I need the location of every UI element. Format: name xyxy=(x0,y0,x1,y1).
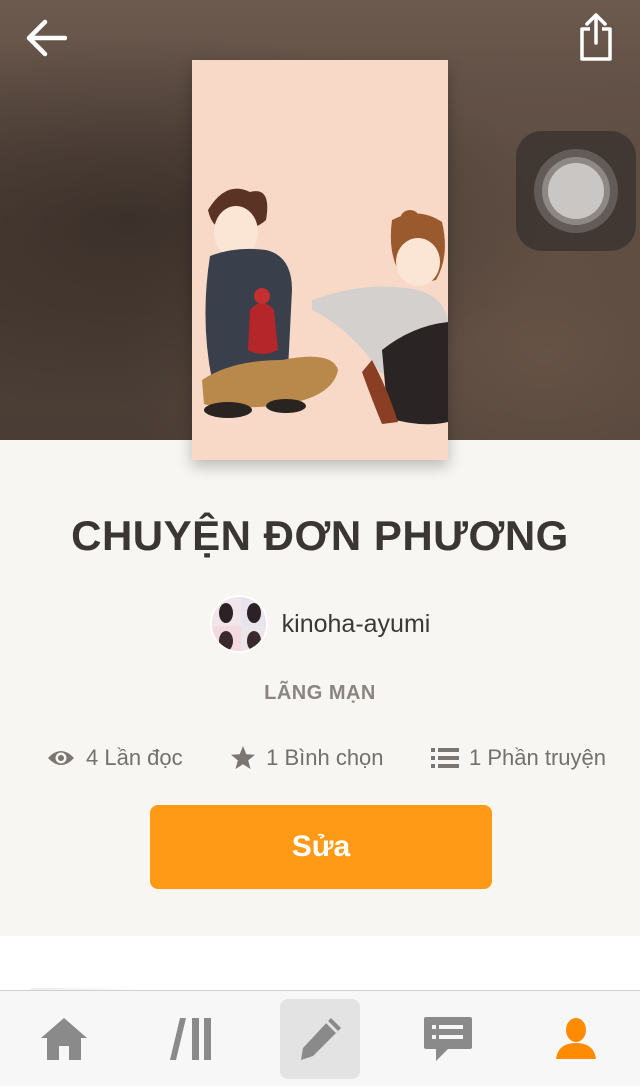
share-icon xyxy=(580,13,612,61)
tab-write[interactable] xyxy=(280,998,360,1079)
story-cover[interactable] xyxy=(192,60,448,460)
description-area xyxy=(0,936,640,994)
share-button[interactable] xyxy=(574,10,618,64)
tab-profile[interactable] xyxy=(536,999,616,1079)
list-icon xyxy=(431,748,460,768)
library-icon xyxy=(170,1017,211,1060)
story-title: CHUYỆN ĐƠN PHƯƠNG xyxy=(71,512,569,559)
eye-icon xyxy=(48,751,74,765)
user-icon xyxy=(556,1017,596,1059)
star-icon xyxy=(231,746,256,769)
back-button[interactable] xyxy=(22,14,70,62)
tab-home[interactable] xyxy=(24,999,104,1079)
parts-count: 1 Phần truyện xyxy=(469,745,606,770)
bottom-tab-bar xyxy=(0,990,640,1086)
author-name[interactable]: kinoha-ayumi xyxy=(282,610,431,639)
genre-tag[interactable]: LÃNG MẠN xyxy=(0,682,640,705)
arrow-left-icon xyxy=(26,19,67,57)
cover-illustration xyxy=(192,60,448,460)
tab-messages[interactable] xyxy=(408,999,488,1079)
stat-reads: 4 Lần đọc xyxy=(46,745,183,771)
reads-count: 4 Lần đọc xyxy=(86,745,183,770)
stats-row: 4 Lần đọc 1 Bình chọn 1 Phần truyện xyxy=(46,738,606,778)
votes-count: 1 Bình chọn xyxy=(266,745,384,770)
stat-parts: 1 Phần truyện xyxy=(431,745,606,771)
home-icon xyxy=(41,1017,87,1060)
author-avatar[interactable] xyxy=(209,595,268,653)
stat-votes: 1 Bình chọn xyxy=(230,745,384,771)
edit-button[interactable]: Sửa xyxy=(150,805,492,889)
assistive-touch-button[interactable] xyxy=(516,131,636,251)
tab-library[interactable] xyxy=(152,999,232,1079)
chat-icon xyxy=(424,1016,472,1061)
pencil-icon xyxy=(301,1017,341,1060)
author-row[interactable]: kinoha-ayumi xyxy=(0,594,640,654)
